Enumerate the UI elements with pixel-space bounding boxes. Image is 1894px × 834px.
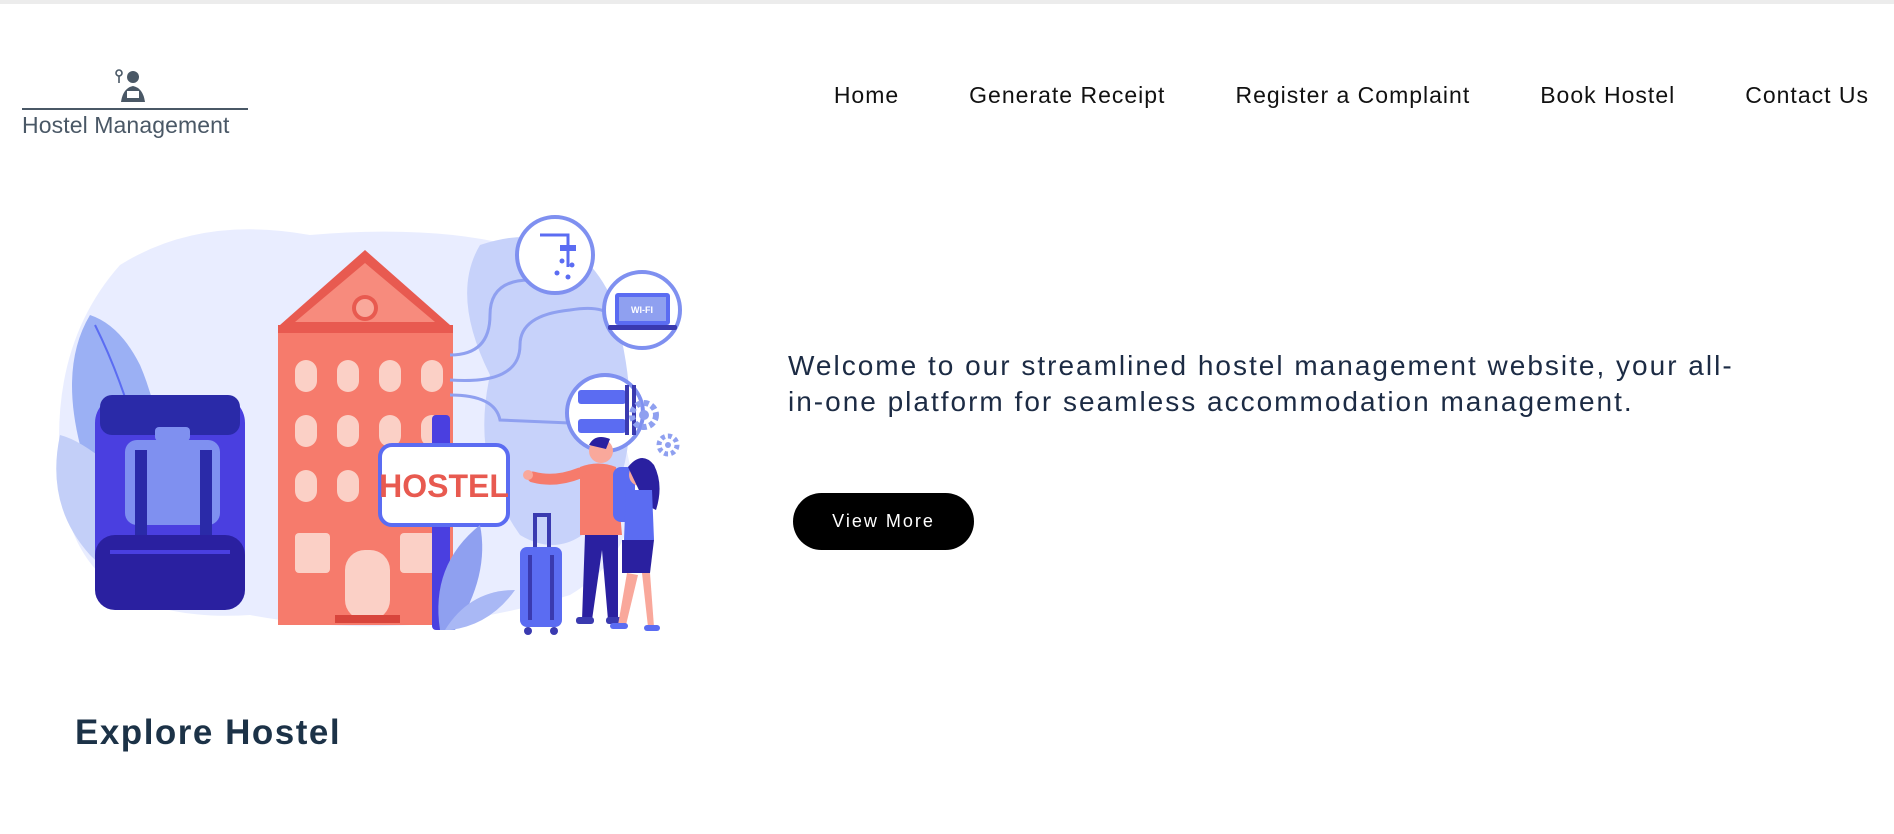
nav-home[interactable]: Home	[834, 82, 899, 109]
shower-icon	[515, 215, 595, 295]
welcome-text: Welcome to our streamlined hostel manage…	[788, 350, 1734, 417]
laptop-text: WI-FI	[631, 305, 653, 315]
logo-divider	[22, 108, 248, 110]
main-nav: Home Generate Receipt Register a Complai…	[834, 82, 1869, 109]
explore-hostel-title: Explore Hostel	[75, 713, 342, 752]
hostel-building-icon	[278, 250, 453, 625]
hostel-logo-icon	[115, 69, 145, 102]
sign-text: HOSTEL	[379, 468, 509, 504]
top-border	[0, 0, 1894, 4]
hostel-illustration: WI-FI HOSTEL	[56, 215, 682, 635]
nav-contact-us[interactable]: Contact Us	[1745, 82, 1869, 109]
nav-register-complaint[interactable]: Register a Complaint	[1235, 82, 1470, 109]
nav-book-hostel[interactable]: Book Hostel	[1540, 82, 1675, 109]
logo-text: Hostel Management	[22, 112, 230, 138]
site-logo[interactable]: Hostel Management	[22, 68, 250, 142]
nav-generate-receipt[interactable]: Generate Receipt	[969, 82, 1165, 109]
backpack-icon	[95, 395, 245, 610]
view-more-button[interactable]: View More	[793, 493, 974, 550]
wifi-laptop-icon: WI-FI	[602, 270, 682, 350]
